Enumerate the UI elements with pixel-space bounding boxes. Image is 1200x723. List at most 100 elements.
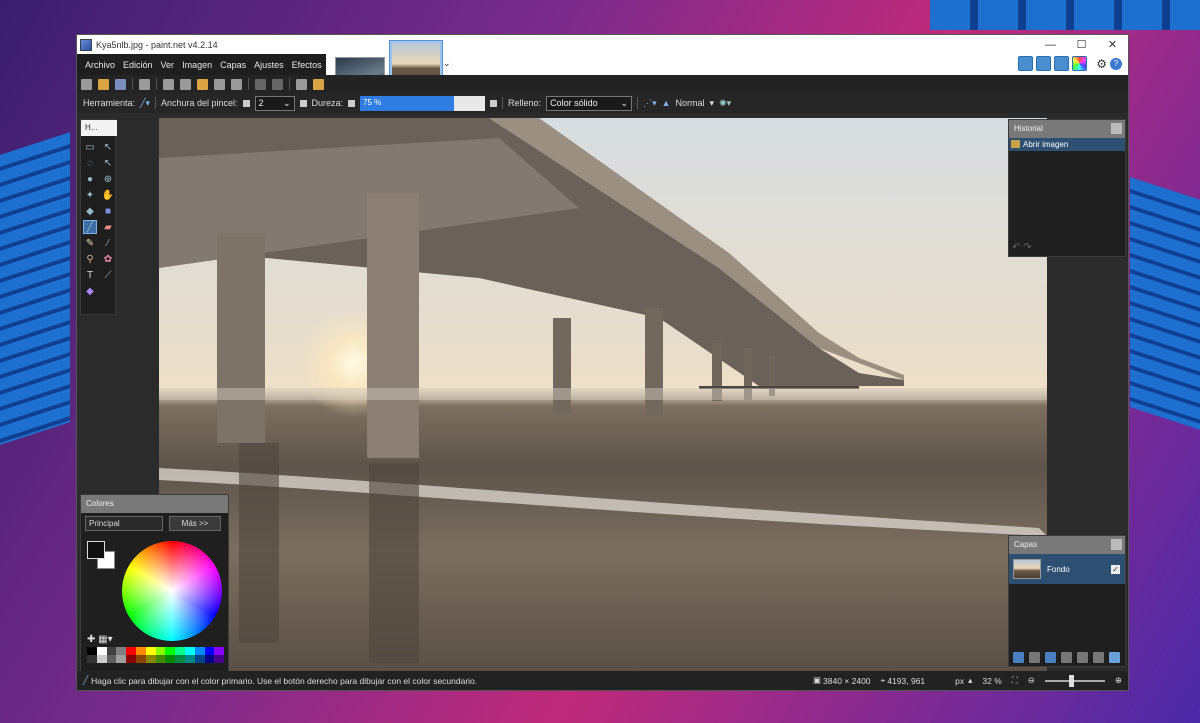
- palette-swatch[interactable]: [204, 647, 215, 655]
- menu-edicion[interactable]: Edición: [119, 60, 157, 70]
- more-colors-button[interactable]: Más >>: [169, 516, 221, 531]
- menu-archivo[interactable]: Archivo: [81, 60, 119, 70]
- new-file-icon[interactable]: [81, 78, 92, 90]
- layers-window-toggle-icon[interactable]: [1054, 56, 1070, 71]
- palette-swatch[interactable]: [126, 655, 136, 663]
- zoom-slider-knob[interactable]: [1068, 674, 1074, 687]
- pencil-icon[interactable]: ✎: [83, 236, 97, 250]
- maximize-button[interactable]: ☐: [1066, 35, 1097, 54]
- deselect-icon[interactable]: [231, 78, 242, 90]
- alpha-blending-icon[interactable]: ✺▾: [719, 98, 731, 109]
- menu-imagen[interactable]: Imagen: [178, 60, 216, 70]
- paintbrush-icon[interactable]: ╱: [83, 220, 97, 234]
- copy-icon[interactable]: [180, 78, 191, 90]
- palette-swatch[interactable]: [96, 647, 107, 655]
- eraser-icon[interactable]: ▰: [101, 220, 115, 234]
- hardness-decrease-icon[interactable]: [348, 99, 356, 107]
- palette-swatch[interactable]: [214, 647, 225, 655]
- palette-swatch[interactable]: [96, 655, 107, 663]
- magic-wand-icon[interactable]: ✦: [83, 188, 97, 202]
- tools-window-toggle-icon[interactable]: [1018, 56, 1034, 71]
- palette-swatch[interactable]: [204, 655, 215, 663]
- palette-swatch[interactable]: [135, 647, 146, 655]
- lasso-select-icon[interactable]: ◌: [83, 156, 97, 170]
- delete-layer-icon[interactable]: [1029, 652, 1040, 663]
- gradient-icon[interactable]: ■: [101, 204, 115, 218]
- pan-icon[interactable]: ✋: [101, 188, 115, 202]
- open-file-icon[interactable]: [98, 78, 109, 90]
- redo-arrow-icon[interactable]: ↷: [1023, 242, 1031, 253]
- menu-efectos[interactable]: Efectos: [288, 60, 326, 70]
- paste-icon[interactable]: [197, 78, 208, 90]
- undo-arrow-icon[interactable]: ↶: [1012, 242, 1020, 253]
- palette-swatch[interactable]: [194, 655, 205, 663]
- palette-swatch[interactable]: [106, 647, 117, 655]
- crop-icon[interactable]: [214, 78, 225, 90]
- save-icon[interactable]: [115, 78, 126, 90]
- palette-swatch[interactable]: [116, 655, 127, 663]
- menu-ajustes[interactable]: Ajustes: [250, 60, 288, 70]
- antialiasing-icon[interactable]: ⋰▾: [643, 98, 657, 109]
- help-icon[interactable]: ?: [1110, 57, 1122, 70]
- settings-gear-icon[interactable]: ⚙: [1096, 57, 1107, 71]
- add-layer-icon[interactable]: [1013, 652, 1024, 663]
- shapes-icon[interactable]: ◆: [83, 284, 97, 298]
- zoom-in-icon[interactable]: ⊕: [1115, 675, 1122, 686]
- merge-layer-icon[interactable]: [1061, 652, 1072, 663]
- brush-width-decrease-icon[interactable]: [242, 99, 250, 107]
- ruler-icon[interactable]: [313, 78, 324, 90]
- history-item[interactable]: Abrir imagen: [1009, 138, 1125, 151]
- paint-bucket-icon[interactable]: ◆: [83, 204, 97, 218]
- color-wheel[interactable]: [122, 541, 222, 641]
- move-selected-icon[interactable]: ↖: [101, 140, 115, 154]
- palette-swatch[interactable]: [165, 647, 176, 655]
- brush-width-input[interactable]: 2 ⌄: [254, 95, 295, 111]
- palette-swatch[interactable]: [184, 655, 195, 663]
- zoom-slider[interactable]: [1044, 674, 1105, 687]
- blend-mode-select[interactable]: Normal: [676, 98, 705, 108]
- tabs-chevron-icon[interactable]: ⌄: [443, 58, 451, 69]
- history-window-toggle-icon[interactable]: [1036, 56, 1052, 71]
- color-palette[interactable]: [87, 647, 225, 663]
- palette-swatch[interactable]: [145, 655, 156, 663]
- palette-swatch[interactable]: [155, 655, 166, 663]
- layer-properties-icon[interactable]: [1109, 652, 1120, 663]
- move-layer-up-icon[interactable]: [1077, 652, 1088, 663]
- minimize-button[interactable]: —: [1035, 35, 1066, 54]
- rectangle-select-icon[interactable]: ▭: [83, 140, 97, 154]
- cut-icon[interactable]: [163, 78, 174, 90]
- text-icon[interactable]: T: [83, 268, 97, 282]
- panel-close-icon[interactable]: [1111, 123, 1122, 134]
- palette-swatch[interactable]: [145, 647, 156, 655]
- duplicate-layer-icon[interactable]: [1045, 652, 1056, 663]
- palette-swatch[interactable]: [175, 647, 185, 655]
- zoom-to-window-icon[interactable]: ⛶: [1012, 675, 1018, 686]
- panel-close-icon[interactable]: [1111, 539, 1122, 550]
- zoom-out-icon[interactable]: ⊖: [1028, 675, 1035, 686]
- layer-row[interactable]: Fondo ✓: [1009, 554, 1125, 584]
- undo-icon[interactable]: [255, 78, 266, 90]
- palette-swatch[interactable]: [135, 655, 146, 663]
- close-button[interactable]: ✕: [1097, 35, 1128, 54]
- color-mode-select[interactable]: Principal: [85, 516, 163, 531]
- palette-swatch[interactable]: [126, 647, 136, 655]
- layer-visibility-checkbox[interactable]: ✓: [1111, 564, 1120, 574]
- colors-window-toggle-icon[interactable]: [1072, 56, 1088, 71]
- recolor-icon[interactable]: ✿: [101, 252, 115, 266]
- palette-swatch[interactable]: [116, 647, 127, 655]
- menu-ver[interactable]: Ver: [157, 60, 179, 70]
- palette-swatch[interactable]: [214, 655, 225, 663]
- brush-width-increase-icon[interactable]: [299, 99, 307, 107]
- menu-capas[interactable]: Capas: [216, 60, 250, 70]
- ellipse-select-icon[interactable]: ●: [83, 172, 97, 186]
- color-picker-icon[interactable]: ⁄: [101, 236, 115, 250]
- palette-swatch[interactable]: [106, 655, 117, 663]
- paintbrush-tool-icon[interactable]: ╱▾: [140, 98, 150, 109]
- image-canvas[interactable]: [159, 118, 1047, 672]
- print-icon[interactable]: [139, 78, 150, 90]
- hardness-increase-icon[interactable]: [490, 99, 498, 107]
- unit-select[interactable]: px: [955, 676, 964, 686]
- tools-panel-title[interactable]: H...: [81, 120, 117, 136]
- fill-select[interactable]: Color sólido ⌄: [546, 95, 633, 111]
- move-layer-down-icon[interactable]: [1093, 652, 1104, 663]
